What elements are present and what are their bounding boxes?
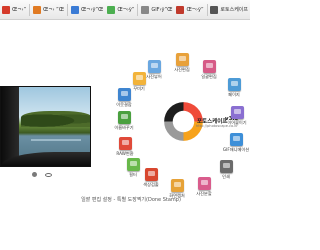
toolbar-item-label: Œ¬›ÿ”Œ	[80, 6, 104, 13]
gif-icon	[141, 5, 150, 14]
photoscape-main-window: Œ¬›” Œ¬› ”Œ Œ¬›ÿ”Œ Œ¬›ÿ” GIF›ÿ”Œ Œ¬›ÿ” 로…	[0, 0, 250, 250]
toolbar-item-label: Œ¬›ÿ”	[117, 6, 135, 13]
eye-icon[interactable]	[45, 172, 52, 177]
toolbar-item-photoscape[interactable]: 로토스케이프	[208, 0, 250, 20]
image-trees	[21, 111, 90, 127]
menu-item-label: 화면캡처	[169, 193, 185, 198]
photo-controls	[32, 172, 52, 177]
toolbar-separator	[29, 3, 30, 16]
raw-converter-icon	[118, 137, 132, 150]
menu-item-filter[interactable]: 필터	[120, 158, 146, 178]
rename-icon	[117, 111, 131, 124]
menu-item-label: 꾸미기	[133, 86, 145, 91]
menu-item-label: 일괄편집	[201, 74, 217, 79]
menu-item-label: 이웃결합	[116, 102, 132, 107]
toolbar-item-6[interactable]: Œ¬›ÿ”	[174, 0, 205, 20]
combine-icon	[230, 106, 244, 119]
toolbar-separator	[206, 3, 208, 16]
print-icon	[219, 160, 233, 173]
menu-item-label: RAW변환	[116, 151, 134, 156]
editor-icon	[175, 53, 189, 66]
splitter-icon	[197, 177, 211, 190]
flag-icon	[2, 5, 10, 14]
toolbar-item-5[interactable]: GIF›ÿ”Œ	[139, 0, 174, 20]
menu-item-animated-gif[interactable]: GIF애니메이션	[223, 133, 249, 153]
app-icon	[210, 5, 219, 14]
menu-item-screen-capture[interactable]: 화면캡처	[164, 179, 190, 199]
filter-icon	[126, 158, 140, 171]
toolbar-item-label: Œ¬› ”Œ	[43, 6, 65, 13]
menu-item-page[interactable]: 페이지	[221, 78, 247, 98]
menu-item-label: 페이지	[228, 92, 240, 97]
menu-item-label: 사진분할	[196, 191, 212, 196]
toolbar-item-label: 로토스케이프	[220, 7, 249, 13]
dot-icon[interactable]	[32, 172, 37, 177]
preview-image	[1, 87, 90, 166]
toolbar-item-label: Œ¬›ÿ”	[186, 6, 204, 13]
photo-preview	[0, 86, 91, 167]
menu-item-label: 사진편집	[174, 67, 190, 72]
image-water-highlight	[31, 139, 81, 141]
menu-item-editor[interactable]: 사진편집	[169, 53, 195, 73]
menu-item-decorate[interactable]: 꾸미기	[126, 72, 152, 92]
toolbar-item-4[interactable]: Œ¬›ÿ”	[105, 0, 136, 20]
flag-icon	[176, 5, 185, 14]
toolbar-item-2[interactable]: Œ¬› ”Œ	[31, 0, 66, 20]
image-boat-edge	[1, 87, 19, 166]
toolbar-item-label: Œ¬›”	[12, 6, 27, 13]
logo-arc-dark	[164, 102, 184, 122]
menu-item-label: 이름바꾸기	[114, 125, 134, 130]
menu-item-label: 이어붙이기	[227, 120, 247, 125]
menu-item-batch-editor[interactable]: 일괄편집	[196, 60, 222, 80]
toolbar-separator	[137, 3, 139, 16]
screen-capture-icon	[170, 179, 184, 192]
toolbar-separator	[67, 3, 68, 16]
toolbar-item-3[interactable]: Œ¬›ÿ”Œ	[69, 0, 105, 20]
menu-item-raw-converter[interactable]: RAW변환	[112, 137, 138, 157]
folder-icon	[33, 5, 41, 14]
page-icon	[227, 78, 241, 91]
batch-editor-icon	[202, 60, 216, 73]
status-caption: 일괄 편집 설정 - 특별 도장찍기(Done Stamp)	[0, 196, 250, 203]
menu-item-combine[interactable]: 이어붙이기	[224, 106, 250, 126]
document-icon	[107, 5, 116, 14]
color-picker-icon	[144, 168, 158, 181]
menu-item-rename[interactable]: 이름바꾸기	[111, 111, 137, 131]
logo-arc-gray	[164, 121, 184, 141]
menu-item-splitter[interactable]: 사진분할	[191, 177, 217, 197]
menu-item-label: 인쇄	[222, 174, 230, 179]
animated-gif-icon	[229, 133, 243, 146]
toolbar-item-1[interactable]: Œ¬›”	[0, 0, 28, 20]
menu-item-label: 필터	[129, 172, 137, 177]
toolbar-item-label: GIF›ÿ”Œ	[151, 6, 173, 13]
folder-icon	[70, 5, 79, 14]
decorate-icon	[132, 72, 146, 85]
menu-item-label: 색상검출	[143, 182, 159, 187]
top-toolbar: Œ¬›” Œ¬› ”Œ Œ¬›ÿ”Œ Œ¬›ÿ” GIF›ÿ”Œ Œ¬›ÿ” 로…	[0, 0, 250, 20]
menu-item-label: GIF애니메이션	[222, 147, 250, 152]
